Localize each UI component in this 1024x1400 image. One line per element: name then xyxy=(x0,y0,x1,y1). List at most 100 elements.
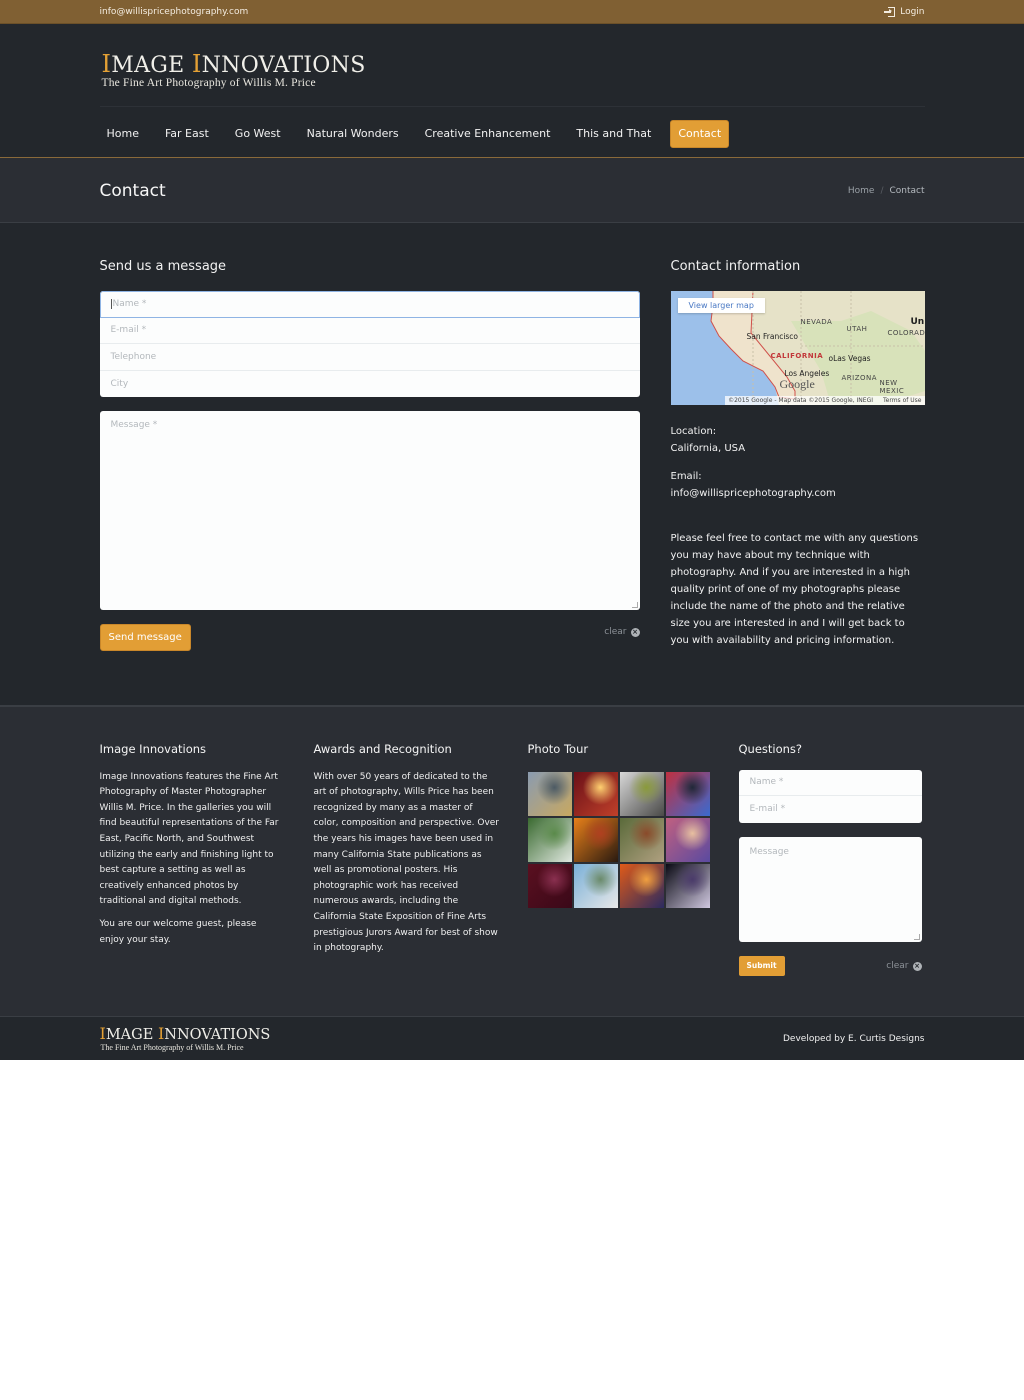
map-label-new-mexico: NEW MEXIC xyxy=(879,379,905,395)
question-email-input[interactable]: E-mail * xyxy=(739,796,922,823)
footer-awards-heading: Awards and Recognition xyxy=(313,742,452,756)
contact-fields: Name * E-mail * Telephone City xyxy=(99,291,640,398)
nav-go-west[interactable]: Go West xyxy=(228,121,288,147)
map-copyright: ©2015 Google - Map data ©2015 Google, IN… xyxy=(728,397,874,404)
contact-info-heading: Contact information xyxy=(670,259,801,274)
question-clear-button[interactable]: clear × xyxy=(886,958,922,976)
breadcrumb-home[interactable]: Home xyxy=(848,186,875,196)
name-input[interactable]: Name * xyxy=(99,291,640,318)
photo-thumb-light-streak[interactable] xyxy=(665,863,710,908)
breadcrumb-current: Contact xyxy=(889,185,925,196)
contact-section: Send us a message Name * E-mail * Teleph… xyxy=(0,223,1024,707)
question-message-textarea[interactable]: Message xyxy=(738,836,922,942)
photo-thumb-sunset-tree[interactable] xyxy=(573,817,618,862)
city-input[interactable]: City xyxy=(100,371,640,398)
page: info@willispricephotography.com Login IM… xyxy=(0,0,1024,1060)
clear-circle-icon: × xyxy=(630,627,640,637)
contact-form-column: Send us a message Name * E-mail * Teleph… xyxy=(99,259,640,651)
resize-grip-icon[interactable] xyxy=(913,933,920,940)
page-title-band: Contact Home / Contact xyxy=(0,158,1024,223)
footer-logo[interactable]: IMAGE INNOVATIONS The Fine Art Photograp… xyxy=(99,1023,271,1052)
photo-thumb-slot-canyon-light[interactable] xyxy=(573,771,618,816)
footer-logo-title: IMAGE INNOVATIONS xyxy=(99,1023,271,1043)
resize-grip-icon[interactable] xyxy=(631,602,638,608)
map-label-nevada: NEVADA xyxy=(800,318,833,326)
contact-form-heading: Send us a message xyxy=(99,259,227,274)
location-label: Location: xyxy=(670,426,717,437)
message-placeholder: Message * xyxy=(110,420,158,430)
email-block: Email: info@willispricephotography.com xyxy=(671,468,925,502)
location-block: Location: California, USA xyxy=(671,423,925,457)
footer-logo-subtitle: The Fine Art Photography of Willis M. Pr… xyxy=(100,1042,244,1052)
photo-thumb-architecture[interactable] xyxy=(527,771,572,816)
embedded-map[interactable]: NEVADA UTAH COLORAD Un San Francisco CAL… xyxy=(670,291,925,405)
contact-form-actions: Send message clear × xyxy=(99,624,640,651)
map-label-las-vegas: oLas Vegas xyxy=(828,354,871,363)
nav-far-east[interactable]: Far East xyxy=(158,121,216,147)
nav-this-and-that[interactable]: This and That xyxy=(569,121,658,147)
map-label-san-francisco: San Francisco xyxy=(746,332,799,341)
name-placeholder: Name * xyxy=(112,299,147,310)
footer-questions: Questions? Name * E-mail * Message Submi… xyxy=(738,742,922,976)
location-value: California, USA xyxy=(670,443,746,454)
contact-description: Please feel free to contact me with any … xyxy=(670,533,919,646)
email-value[interactable]: info@willispricephotography.com xyxy=(671,485,925,502)
photo-thumb-forest-floor[interactable] xyxy=(619,817,664,862)
map-label-united-states: Un xyxy=(910,317,925,327)
site-logo[interactable]: IMAGE INNOVATIONS The Fine Art Photograp… xyxy=(102,51,366,89)
developer-credit[interactable]: Developed by E. Curtis Designs xyxy=(783,1034,925,1044)
send-message-button[interactable]: Send message xyxy=(99,624,191,651)
email-label: Email: xyxy=(670,471,702,482)
photo-thumb-flowering-tree[interactable] xyxy=(527,817,572,862)
map-label-california: CALIFORNIA xyxy=(770,352,824,360)
clear-label: clear xyxy=(604,627,627,637)
email-placeholder: E-mail * xyxy=(110,325,147,336)
text-caret xyxy=(110,299,112,310)
email-input[interactable]: E-mail * xyxy=(99,318,640,344)
nav-natural-wonders[interactable]: Natural Wonders xyxy=(300,121,406,147)
header-divider xyxy=(99,106,925,107)
question-name-placeholder: Name * xyxy=(749,776,784,787)
breadcrumb-separator: / xyxy=(880,185,884,196)
city-placeholder: City xyxy=(110,378,129,389)
photo-thumb-antelope-canyon[interactable] xyxy=(619,863,664,908)
top-bar: info@willispricephotography.com Login xyxy=(0,0,1024,24)
photo-thumb-egret[interactable] xyxy=(573,863,618,908)
photo-thumb-swirl[interactable] xyxy=(665,817,710,862)
footer-photo-tour-heading: Photo Tour xyxy=(527,742,589,756)
telephone-placeholder: Telephone xyxy=(110,351,157,362)
telephone-input[interactable]: Telephone xyxy=(99,344,640,371)
nav-home[interactable]: Home xyxy=(100,121,146,147)
question-name-input[interactable]: Name * xyxy=(738,770,922,797)
breadcrumb: Home / Contact xyxy=(848,186,925,196)
map-label-arizona: ARIZONA xyxy=(841,374,878,382)
top-email[interactable]: info@willispricephotography.com xyxy=(100,7,249,17)
footer-photo-tour: Photo Tour xyxy=(527,742,710,976)
nav-contact[interactable]: Contact xyxy=(670,120,730,148)
photo-thumb-abstract-red-blue[interactable] xyxy=(665,771,710,816)
photo-grid xyxy=(527,771,710,908)
question-clear-label: clear xyxy=(886,960,909,971)
main-nav: Home Far East Go West Natural Wonders Cr… xyxy=(100,120,742,148)
map-terms-link[interactable]: Terms of Use xyxy=(883,397,921,404)
contact-details: Location: California, USA Email: info@wi… xyxy=(671,423,925,649)
map-label-colorado: COLORAD xyxy=(887,329,925,337)
question-message-placeholder: Message xyxy=(749,846,789,857)
site-footer: Image Innovations Image Innovations feat… xyxy=(0,707,1024,1017)
photo-thumb-canyon-purple[interactable] xyxy=(527,863,572,908)
login-label: Login xyxy=(900,7,925,17)
photo-thumb-misty-mountain[interactable] xyxy=(619,771,664,816)
nav-creative-enhancement[interactable]: Creative Enhancement xyxy=(418,121,558,147)
question-fields: Name * E-mail * xyxy=(738,769,922,823)
message-textarea[interactable]: Message * xyxy=(99,411,640,610)
footer-awards: Awards and Recognition With over 50 year… xyxy=(314,742,500,976)
google-logo: Google xyxy=(779,377,815,391)
footer-welcome-text: You are our welcome guest, please enjoy … xyxy=(99,918,257,945)
clear-form-button[interactable]: clear × xyxy=(604,627,640,637)
view-larger-map-link[interactable]: View larger map xyxy=(677,298,765,313)
map-label-utah: UTAH xyxy=(846,325,868,333)
submit-button[interactable]: Submit xyxy=(738,955,785,976)
footer-questions-heading: Questions? xyxy=(738,742,803,756)
login-link[interactable]: Login xyxy=(884,7,925,17)
question-actions: Submit clear × xyxy=(738,955,922,976)
